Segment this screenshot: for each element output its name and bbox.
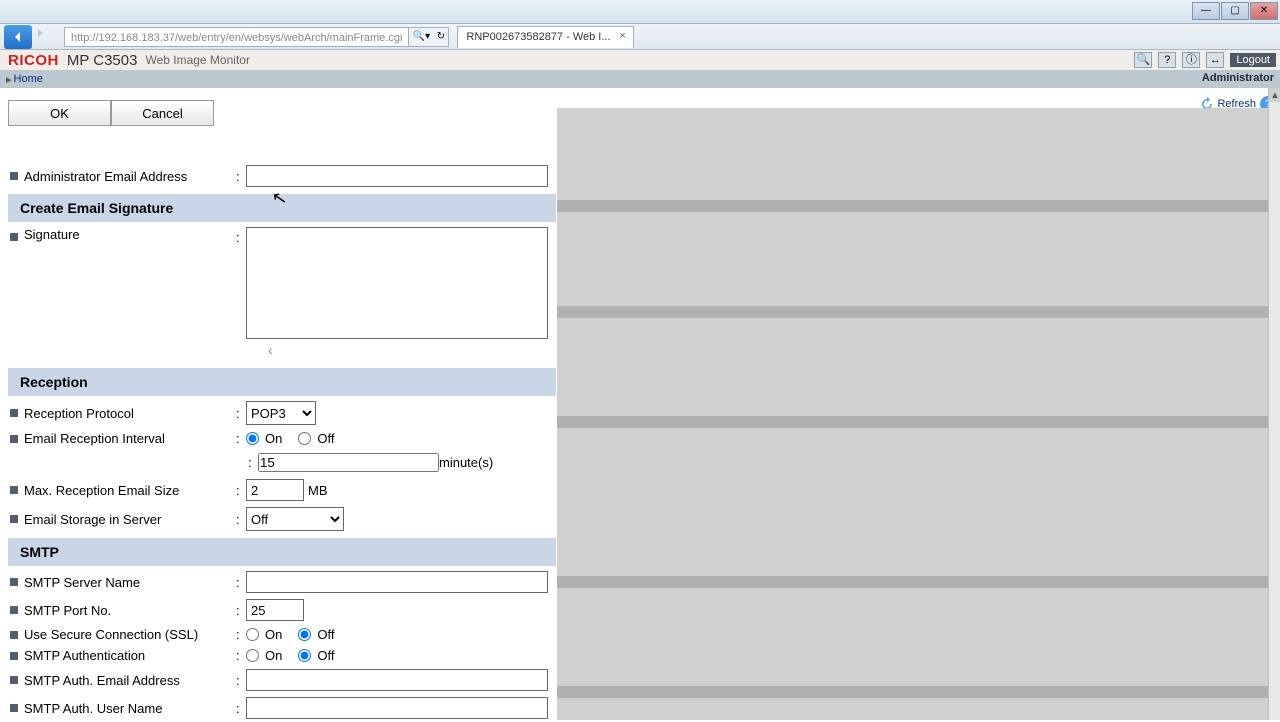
bg-panel (557, 108, 1268, 200)
interval-minutes-input[interactable] (258, 453, 439, 472)
back-button[interactable] (4, 25, 32, 49)
reception-protocol-select[interactable]: POP3 (246, 401, 316, 425)
logout-button[interactable]: Logout (1230, 53, 1276, 67)
bg-strip (557, 686, 1268, 698)
radio-on-label: On (265, 431, 282, 446)
window-titlebar: — ▢ ✕ (0, 0, 1280, 24)
radio-on-label: On (265, 627, 282, 642)
smtp-port-label: SMTP Port No. (24, 603, 236, 618)
chevron-left-icon: ‹ (8, 342, 556, 364)
interval-on-radio[interactable] (246, 432, 259, 445)
signature-textarea[interactable] (246, 227, 548, 339)
max-size-label: Max. Reception Email Size (24, 483, 236, 498)
smtp-auth-user-input[interactable] (246, 697, 548, 719)
bg-strip (557, 200, 1268, 212)
reception-protocol-label: Reception Protocol (24, 406, 236, 421)
storage-select[interactable]: Off (246, 507, 344, 531)
minutes-suffix: minute(s) (439, 455, 493, 470)
bullet-icon (10, 515, 18, 523)
radio-off-label: Off (317, 431, 334, 446)
email-interval-label: Email Reception Interval (24, 431, 236, 446)
minimize-button[interactable]: — (1192, 2, 1220, 20)
bg-strip (557, 576, 1268, 588)
ssl-on-radio[interactable] (246, 628, 259, 641)
auth-off-radio[interactable] (298, 649, 311, 662)
browser-tab[interactable]: RNP002673582877 - Web I... × (457, 26, 633, 48)
caret-icon: ▸ (6, 73, 12, 86)
close-window-button[interactable]: ✕ (1250, 2, 1278, 20)
section-smtp: SMTP (8, 538, 556, 566)
section-signature: Create Email Signature (8, 194, 556, 222)
bullet-icon (10, 233, 18, 241)
scrollbar[interactable]: ▲ (1268, 88, 1280, 720)
auth-on-radio[interactable] (246, 649, 259, 662)
smtp-auth-email-input[interactable] (246, 669, 548, 691)
address-bar[interactable]: http://192.168.183.37/web/entry/en/websy… (64, 27, 409, 47)
signature-label: Signature (24, 227, 236, 242)
bullet-icon (10, 676, 18, 684)
info-icon[interactable]: ⓘ (1182, 52, 1200, 68)
bullet-icon (10, 606, 18, 614)
scroll-up-icon[interactable]: ▲ (1269, 88, 1280, 102)
smtp-auth-user-label: SMTP Auth. User Name (24, 701, 236, 716)
smtp-port-input[interactable] (246, 599, 304, 621)
cancel-button[interactable]: Cancel (111, 100, 214, 126)
smtp-server-label: SMTP Server Name (24, 575, 236, 590)
ok-button[interactable]: OK (8, 100, 111, 126)
radio-off-label: Off (317, 627, 334, 642)
tab-title: RNP002673582877 - Web I... (466, 31, 610, 43)
radio-off-label: Off (317, 648, 334, 663)
smtp-auth-label: SMTP Authentication (24, 648, 236, 663)
bg-strip (557, 416, 1268, 428)
ssl-off-radio[interactable] (298, 628, 311, 641)
bg-panel (557, 428, 1268, 576)
bullet-icon (10, 578, 18, 586)
storage-label: Email Storage in Server (24, 512, 236, 527)
maximize-button[interactable]: ▢ (1221, 2, 1249, 20)
bullet-icon (10, 631, 18, 639)
reload-button[interactable]: 🔍▾↻ (409, 27, 449, 47)
help-icon[interactable]: ? (1158, 52, 1176, 68)
bullet-icon (10, 652, 18, 660)
brand-header: RICOH MP C3503 Web Image Monitor (0, 50, 1280, 70)
bullet-icon (10, 409, 18, 417)
current-user: Administrator (1202, 72, 1274, 84)
admin-email-input[interactable] (246, 165, 548, 187)
max-size-input[interactable] (246, 479, 304, 501)
forward-button[interactable] (34, 27, 54, 47)
bullet-icon (10, 172, 18, 180)
section-reception: Reception (8, 368, 556, 396)
ssl-label: Use Secure Connection (SSL) (24, 627, 236, 642)
app-name: Web Image Monitor (145, 53, 250, 67)
bg-panel (557, 318, 1268, 416)
switch-icon[interactable]: ↔ (1206, 52, 1224, 68)
mb-suffix: MB (308, 483, 328, 498)
breadcrumb-bar: ▸ Home Administrator (0, 70, 1280, 88)
home-link[interactable]: Home (14, 73, 43, 85)
email-settings-form: OK Cancel Administrator Email Address : … (8, 100, 556, 722)
smtp-auth-email-label: SMTP Auth. Email Address (24, 673, 236, 688)
bullet-icon (10, 704, 18, 712)
bg-strip (557, 306, 1268, 318)
bullet-icon (10, 435, 18, 443)
radio-on-label: On (265, 648, 282, 663)
bg-panel (557, 212, 1268, 306)
search-icon[interactable]: 🔍 (1134, 52, 1152, 68)
tab-close-button[interactable]: × (617, 31, 629, 43)
smtp-server-input[interactable] (246, 571, 548, 593)
bg-panel (557, 698, 1268, 720)
logo: RICOH (8, 52, 59, 69)
bullet-icon (10, 486, 18, 494)
model-name: MP C3503 (67, 52, 138, 69)
bg-panel (557, 588, 1268, 686)
browser-toolbar: http://192.168.183.37/web/entry/en/websy… (0, 24, 1280, 50)
interval-off-radio[interactable] (298, 432, 311, 445)
admin-email-label: Administrator Email Address (24, 169, 236, 184)
